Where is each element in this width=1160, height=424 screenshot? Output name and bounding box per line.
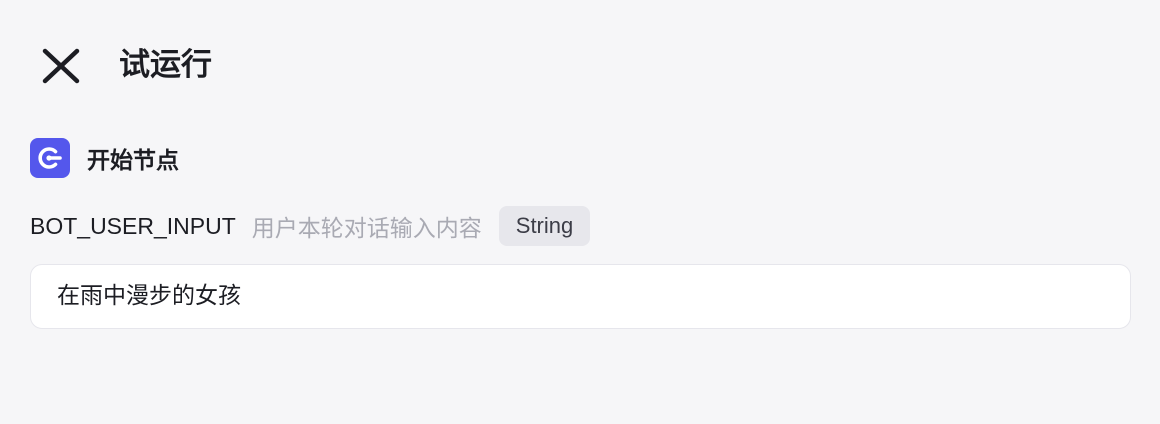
- user-input-field[interactable]: 在雨中漫步的女孩: [30, 264, 1131, 329]
- panel-header: 试运行: [0, 0, 1160, 132]
- param-row: BOT_USER_INPUT 用户本轮对话输入内容 String: [30, 206, 591, 246]
- param-name: BOT_USER_INPUT: [30, 212, 236, 239]
- param-description: 用户本轮对话输入内容: [251, 216, 482, 242]
- start-node-header: 开始节点: [30, 138, 179, 178]
- user-input-value[interactable]: 在雨中漫步的女孩: [57, 265, 241, 328]
- node-title: 开始节点: [87, 148, 179, 174]
- close-icon: [42, 48, 80, 84]
- start-node-icon: [30, 138, 70, 178]
- close-button[interactable]: [40, 46, 82, 86]
- param-type-badge: String: [498, 206, 591, 246]
- page-title: 试运行: [119, 47, 212, 83]
